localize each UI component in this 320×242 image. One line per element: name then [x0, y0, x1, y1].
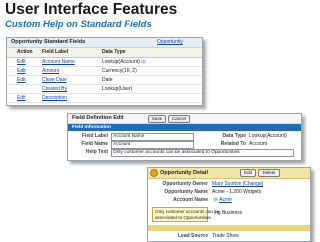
tooltip-line: associated to Opportunities. [155, 215, 212, 220]
help-tooltip: Only customer accounts can be associated… [152, 207, 219, 222]
account-name-link[interactable]: Acme [219, 197, 232, 203]
field-information-bar: Field Information [68, 124, 301, 131]
edit-link[interactable]: Edit [17, 58, 26, 66]
standard-fields-title: Opportunity Standard Fields [11, 39, 86, 45]
field-information-title: Field Information [72, 125, 111, 130]
slide-subtitle: Custom Help on Standard Fields [5, 19, 152, 30]
related-to-label: Related To [220, 141, 246, 147]
column-field-label: Field Label [42, 49, 69, 55]
data-type-value: Lookup(User) [102, 86, 133, 92]
edit-link[interactable]: Edit [17, 67, 26, 75]
table-row: Created By Lookup(User) [7, 85, 202, 94]
related-to-value: Account [249, 141, 268, 147]
opportunity-name-value: Acme - 1,200 Widgets [212, 189, 262, 195]
edit-link[interactable]: Edit [17, 76, 26, 84]
field-name-label: Field Name [81, 141, 108, 147]
opportunity-icon [150, 169, 158, 177]
lead-source-label: Lead Source [177, 233, 208, 239]
data-type-value: Lookup(Account) [102, 59, 140, 65]
opportunity-detail-title: Opportunity Detail [160, 170, 208, 176]
cancel-button[interactable]: Cancel [168, 115, 190, 123]
opportunity-name-label: Opportunity Name [164, 189, 208, 195]
table-row: Edit Amount Currency(16, 2) [7, 67, 202, 76]
account-name-label: Account Name [172, 197, 208, 203]
table-row: Edit Account Name Lookup(Account)? [7, 58, 202, 67]
additional-information-bar [148, 225, 310, 231]
data-type-value: Lookup(Account) [249, 133, 287, 139]
opportunity-detail-panel: Opportunity Detail Edit Delete Opportuni… [147, 167, 311, 242]
help-text-input[interactable]: Only customer accounts can be associated… [111, 149, 294, 157]
field-definition-title: Field Definition Edit [72, 115, 124, 121]
field-label-link[interactable]: Created By [42, 85, 67, 93]
column-data-type: Data Type [102, 49, 126, 55]
standard-fields-panel: Opportunity Standard Fields Opportunity … [6, 37, 203, 106]
edit-button[interactable]: Edit [240, 169, 256, 177]
table-row: Edit Description [7, 94, 202, 103]
slide-title: User Interface Features [5, 1, 178, 18]
field-label-label: Field Label [81, 133, 108, 139]
opportunity-owner-label: Opportunity Owner [162, 181, 208, 187]
save-button[interactable]: Save [148, 115, 166, 123]
table-row: Edit Close Date Date [7, 76, 202, 85]
field-definition-panel: Field Definition Edit Save Cancel Field … [67, 113, 302, 161]
standard-fields-header: Opportunity Standard Fields Opportunity … [7, 38, 202, 54]
column-action: Action [17, 49, 33, 55]
help-icon[interactable]: ? [140, 59, 146, 65]
data-type-value: Currency(16, 2) [102, 68, 137, 74]
delete-button[interactable]: Delete [258, 169, 280, 177]
help-text-label: Help Text [85, 149, 108, 155]
edit-link[interactable]: Edit [17, 94, 26, 102]
help-icon[interactable]: ? [213, 197, 218, 203]
lead-source-value: Trade Show [212, 233, 239, 239]
field-label-link[interactable]: Close Date [42, 76, 67, 84]
opportunity-type-value: ng Business [215, 210, 243, 216]
field-label-link[interactable]: Description [42, 94, 67, 102]
field-label-input[interactable]: Account Name [111, 133, 194, 141]
field-label-link[interactable]: Account Name [42, 58, 75, 66]
standard-fields-column-header: Action Field Label Data Type [7, 48, 202, 58]
opportunity-detail-header: Opportunity Detail Edit Delete [148, 168, 310, 179]
data-type-label: Data Type [222, 133, 246, 139]
data-type-value: Date [102, 77, 113, 83]
field-name-input[interactable]: Account [111, 141, 194, 149]
opportunity-owner-link[interactable]: Mary Scotton [Change] [212, 180, 263, 188]
field-label-link[interactable]: Amount [42, 67, 59, 75]
field-definition-header: Field Definition Edit Save Cancel [68, 114, 301, 124]
